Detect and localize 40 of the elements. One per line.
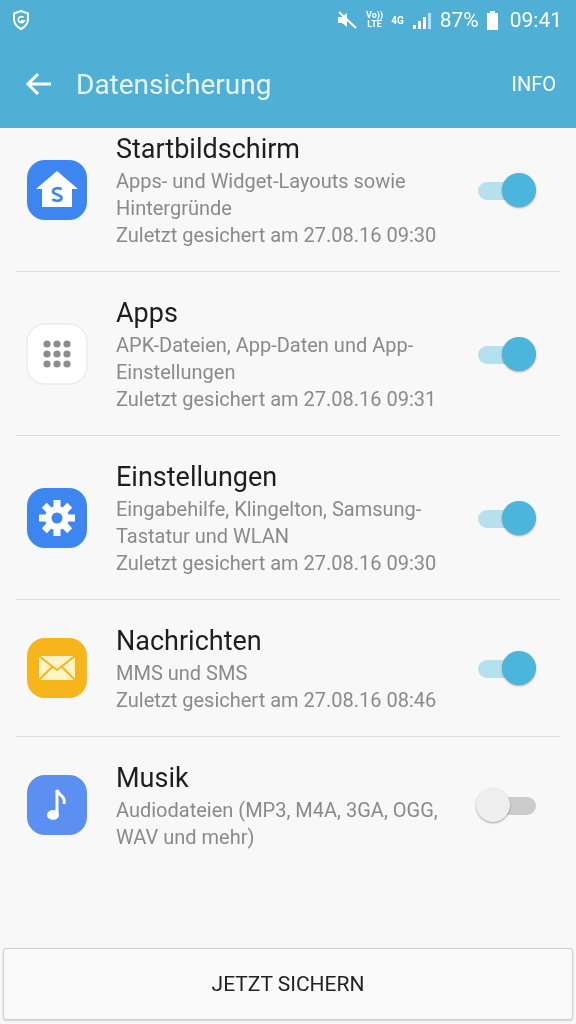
item-title: Startbildschirm — [116, 132, 302, 167]
item-title: Einstellungen — [116, 460, 279, 495]
toggle-switch[interactable] — [476, 335, 538, 372]
clock: 09:41 — [509, 8, 562, 32]
last-backup-text: Zuletzt gesichert am 27.08.16 09:30 — [116, 550, 438, 577]
house-icon — [26, 158, 88, 221]
item-title: Musik — [116, 761, 190, 796]
item-description: MMS und SMS — [116, 660, 249, 687]
toggle-switch[interactable] — [476, 787, 538, 823]
backup-item[interactable]: Nachrichten MMS und SMS Zuletzt gesichert am 27.08.16 08:46 — [16, 600, 560, 737]
screen-title: Datensicherung — [76, 67, 272, 101]
backup-item[interactable]: Apps APK-Dateien, App-Daten und App-Einstellungen Zuletzt gesichert am 27.08.16 09:31 — [16, 272, 560, 436]
gear-icon — [26, 486, 88, 549]
network-label: LTE — [367, 20, 382, 29]
last-backup-text: Zuletzt gesichert am 27.08.16 09:30 — [116, 222, 438, 249]
item-description: Audiodateien (MP3, M4A, 3GA, OGG, WAV und mehr) — [116, 797, 439, 851]
backup-item[interactable]: Einstellungen Eingabehilfe, Klingelton, Samsung-Tastatur und WLAN Zuletzt gesichert am 27.08.16 09:30 — [16, 436, 560, 600]
item-description: Apps- und Widget-Layouts sowie Hintergründe — [116, 168, 407, 222]
signal-icon — [411, 11, 432, 29]
last-backup-text: Zuletzt gesichert am 27.08.16 09:31 — [116, 386, 438, 413]
item-title: Apps — [116, 296, 179, 331]
toggle-switch[interactable] — [476, 499, 538, 536]
item-title: Nachrichten — [116, 624, 263, 659]
backup-item[interactable]: Musik Audiodateien (MP3, M4A, 3GA, OGG, WAV und mehr) — [16, 737, 560, 873]
backup-now-button[interactable]: JETZT SICHERN — [3, 948, 573, 1020]
music-note-icon — [26, 774, 88, 836]
shield-icon — [12, 10, 30, 30]
toggle-switch[interactable] — [476, 650, 538, 686]
network-label: Vo)) — [366, 11, 384, 20]
battery-icon — [486, 10, 498, 30]
network-type: 4G — [391, 14, 404, 26]
item-description: APK-Dateien, App-Daten und App-Einstellungen — [116, 332, 415, 386]
last-backup-text: Zuletzt gesichert am 27.08.16 08:46 — [116, 687, 438, 714]
backup-item[interactable]: Startbildschirm Apps- und Widget-Layouts sowie Hintergründe Zuletzt gesichert am 27.08.16 09:30 — [16, 128, 560, 272]
app-grid-icon — [26, 322, 88, 385]
battery-level: 87% — [439, 8, 479, 32]
envelope-icon — [26, 637, 88, 699]
item-description: Eingabehilfe, Klingelton, Samsung-Tastatur und WLAN — [116, 496, 423, 550]
toggle-switch[interactable] — [476, 171, 538, 208]
mute-icon — [336, 10, 359, 30]
